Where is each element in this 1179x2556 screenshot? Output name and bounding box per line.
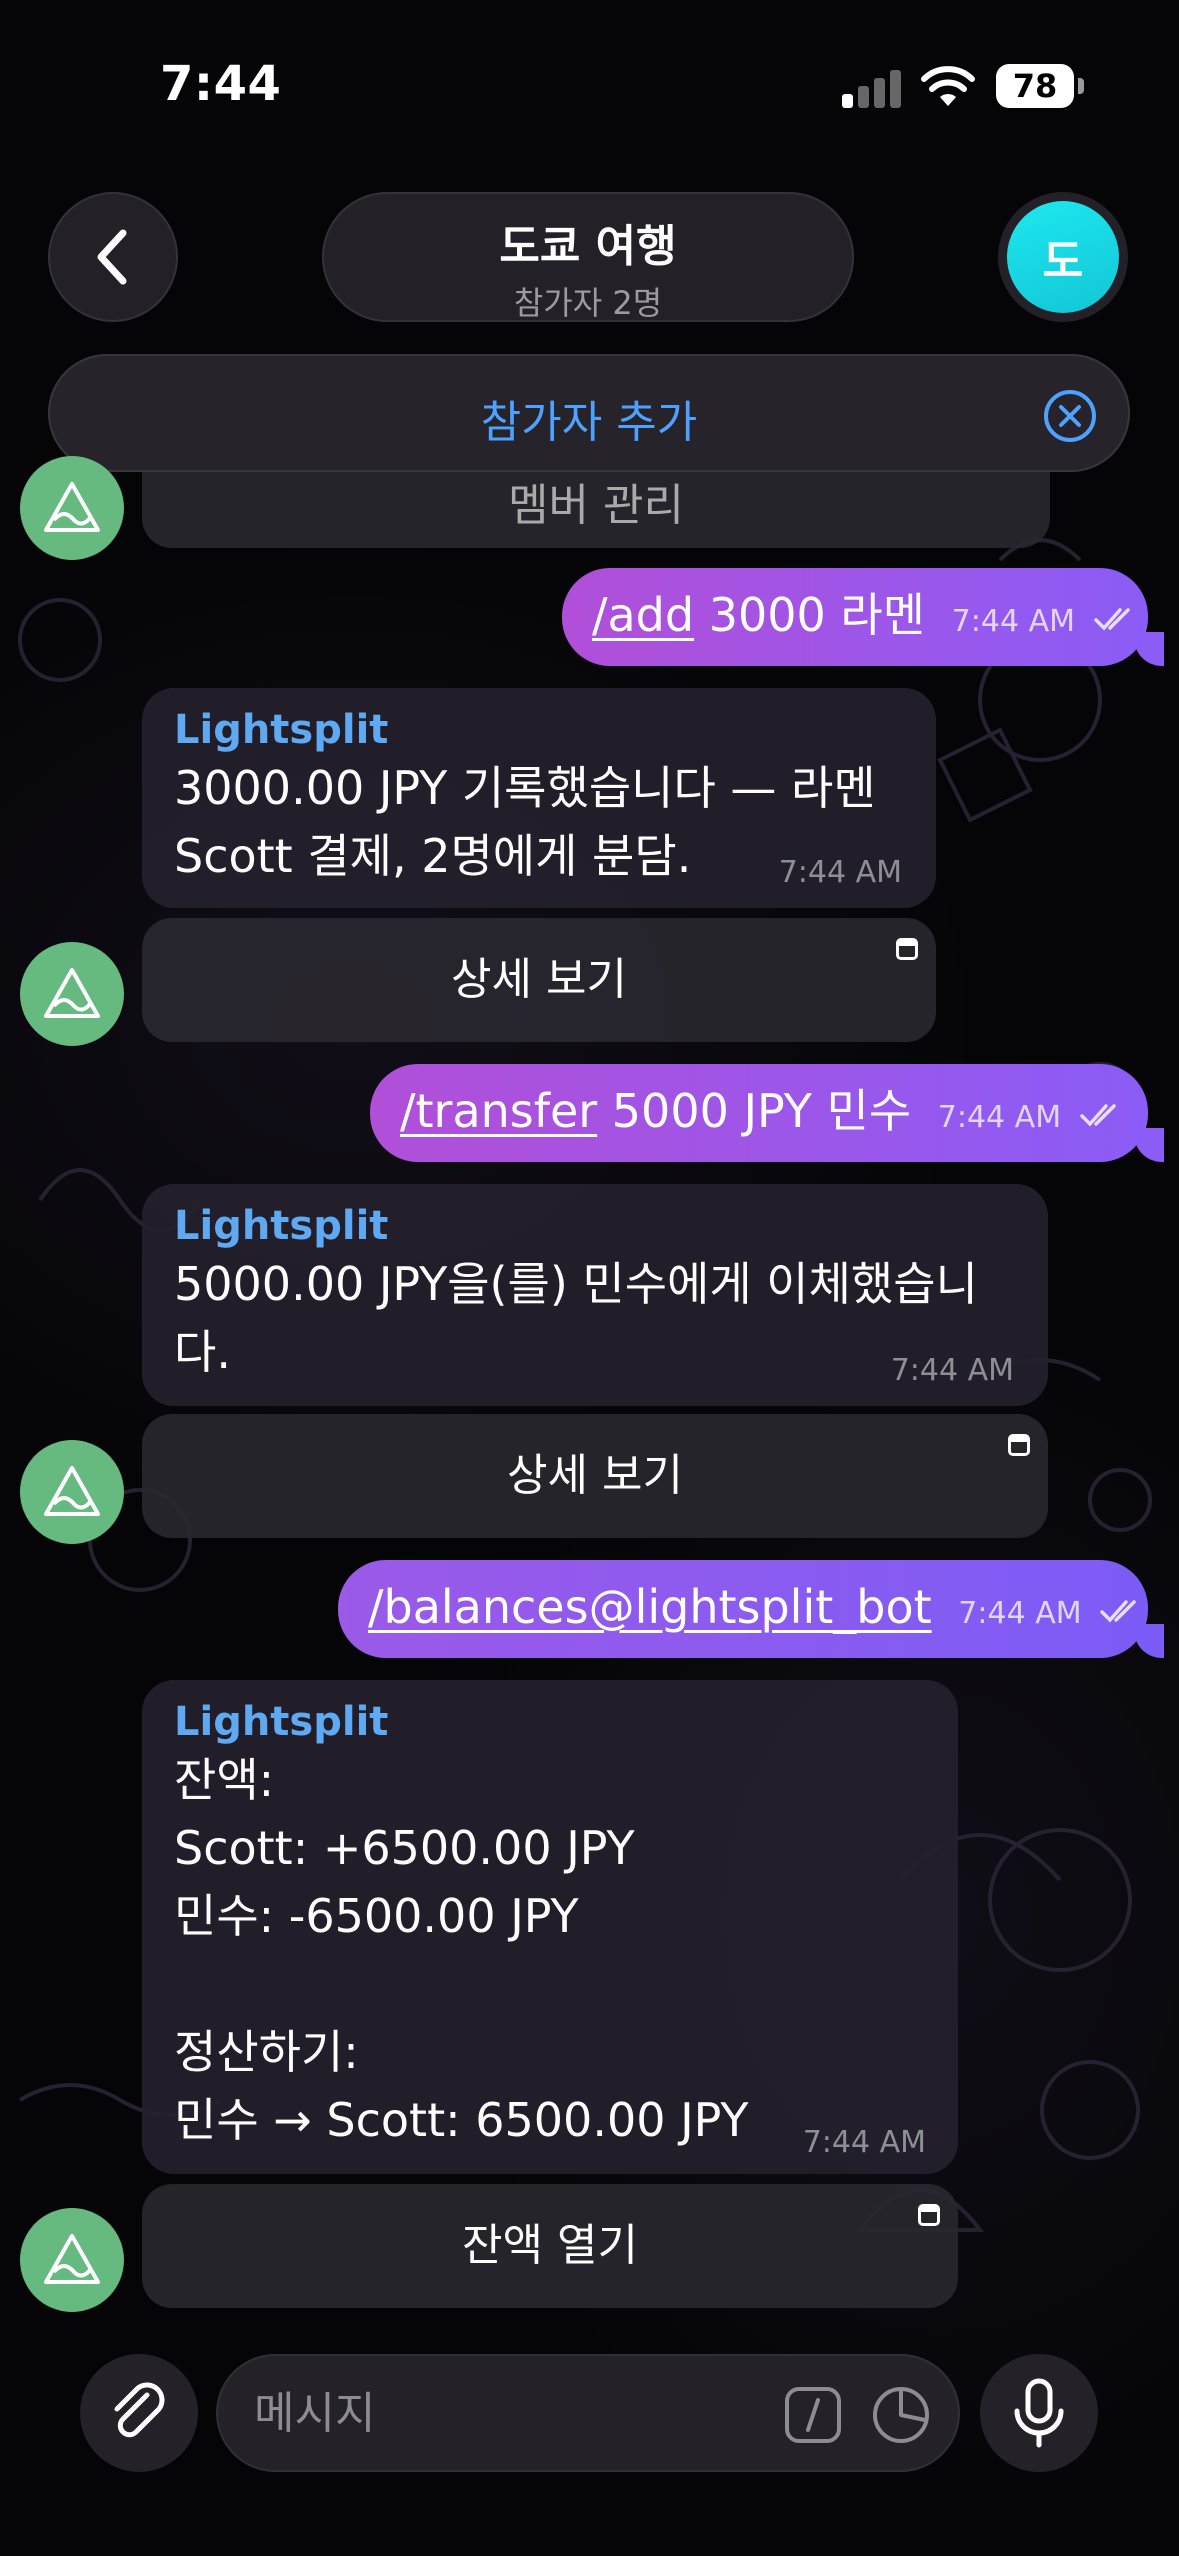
- message-time: 7:44 AM: [937, 1100, 1062, 1135]
- button-label: 상세 보기: [451, 954, 627, 1005]
- chat-avatar: 도: [1007, 201, 1119, 313]
- message-input[interactable]: [254, 2356, 754, 2470]
- battery-indicator: 78: [996, 64, 1084, 108]
- bot-avatar[interactable]: [20, 456, 124, 560]
- view-details-button[interactable]: 상세 보기: [142, 918, 936, 1042]
- message-line: 정산하기:: [174, 2025, 359, 2079]
- voice-record-button[interactable]: [980, 2354, 1098, 2472]
- lightsplit-logo-icon: [44, 968, 100, 1018]
- message-line: 3000.00 JPY 기록했습니다 — 라멘: [174, 761, 876, 815]
- message-time: 7:44 AM: [802, 2125, 926, 2160]
- chat-subtitle: 참가자 2명: [513, 284, 663, 322]
- open-app-icon: [918, 2204, 940, 2226]
- close-icon[interactable]: [1042, 388, 1098, 444]
- double-check-icon: [1093, 607, 1130, 631]
- command-link[interactable]: /balances@lightsplit_bot: [368, 1580, 932, 1634]
- chat-title-pill[interactable]: 도쿄 여행 참가자 2명: [322, 192, 854, 322]
- message-line: Scott: +6500.00 JPY: [174, 1821, 635, 1875]
- double-check-icon: [1100, 1599, 1136, 1623]
- manage-members-button[interactable]: 멤버 관리: [142, 426, 1050, 548]
- cellular-signal-icon: [842, 68, 906, 108]
- message-line: 5000.00 JPY을(를) 민수에게 이체했습니: [174, 1257, 978, 1311]
- sender-name[interactable]: Lightsplit: [174, 1698, 926, 1746]
- chat-title: 도쿄 여행: [499, 221, 677, 272]
- back-button[interactable]: [48, 192, 178, 322]
- message-time: 7:44 AM: [951, 604, 1075, 639]
- bot-message-balances[interactable]: Lightsplit 잔액: Scott: +6500.00 JPY 민수: -…: [142, 1680, 958, 2174]
- double-check-icon: [1079, 1103, 1116, 1127]
- message-time: 7:44 AM: [958, 1596, 1082, 1631]
- message-time: 7:44 AM: [890, 1353, 1014, 1388]
- outgoing-message-add[interactable]: /add 3000 라멘 7:44 AM: [562, 568, 1148, 666]
- open-balances-button[interactable]: 잔액 열기: [142, 2184, 958, 2308]
- command-link[interactable]: /add: [592, 588, 694, 642]
- message-text: 5000 JPY 민수: [597, 1084, 912, 1138]
- button-label: 상세 보기: [507, 1450, 683, 1501]
- chat-avatar-button[interactable]: 도: [998, 192, 1128, 322]
- sender-name[interactable]: Lightsplit: [174, 1202, 1016, 1250]
- sticker-icon[interactable]: [870, 2384, 932, 2446]
- microphone-icon: [1014, 2378, 1064, 2448]
- slash-command-icon[interactable]: [784, 2386, 842, 2444]
- bot-message-1[interactable]: Lightsplit 3000.00 JPY 기록했습니다 — 라멘 Scott…: [142, 688, 936, 908]
- lightsplit-logo-icon: [44, 482, 100, 532]
- sender-name[interactable]: Lightsplit: [174, 706, 904, 754]
- message-line: 민수: -6500.00 JPY: [174, 1889, 579, 1943]
- bot-avatar[interactable]: [20, 1440, 124, 1544]
- wifi-icon: [921, 66, 975, 106]
- outgoing-message-balances[interactable]: /balances@lightsplit_bot 7:44 AM: [338, 1560, 1148, 1658]
- manage-members-label: 멤버 관리: [508, 480, 684, 531]
- message-line: 잔액:: [174, 1753, 275, 1807]
- message-time: 7:44 AM: [778, 855, 902, 890]
- open-app-icon: [896, 938, 918, 960]
- lightsplit-logo-icon: [44, 2234, 100, 2284]
- open-app-icon: [1008, 1434, 1030, 1456]
- bot-avatar[interactable]: [20, 2208, 124, 2312]
- view-details-button[interactable]: 상세 보기: [142, 1414, 1048, 1538]
- message-composer[interactable]: [216, 2354, 960, 2472]
- attach-button[interactable]: [80, 2354, 198, 2472]
- message-line: 다.: [174, 1325, 231, 1379]
- button-label: 잔액 열기: [462, 2220, 638, 2271]
- chevron-left-icon: [97, 229, 127, 285]
- bot-avatar[interactable]: [20, 942, 124, 1046]
- lightsplit-logo-icon: [44, 1466, 100, 1516]
- outgoing-message-transfer[interactable]: /transfer 5000 JPY 민수 7:44 AM: [370, 1064, 1148, 1162]
- message-text: 3000 라멘: [694, 588, 926, 642]
- bot-message-2[interactable]: Lightsplit 5000.00 JPY을(를) 민수에게 이체했습니 다.…: [142, 1184, 1048, 1406]
- command-link[interactable]: /transfer: [400, 1084, 597, 1138]
- paperclip-icon: [114, 2382, 165, 2438]
- status-time: 7:44: [160, 56, 282, 112]
